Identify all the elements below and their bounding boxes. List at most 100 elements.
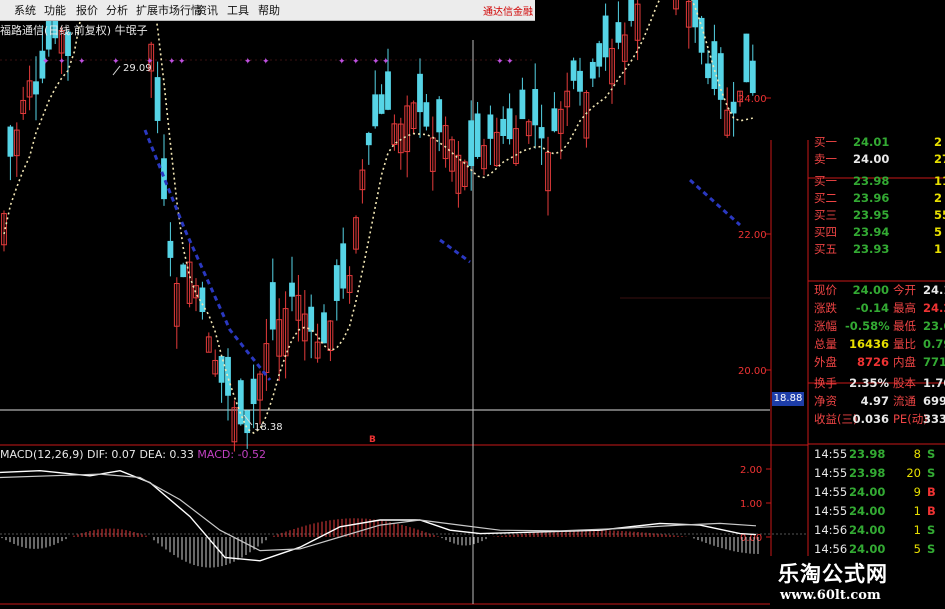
candle-body xyxy=(474,113,481,157)
tick-side: S xyxy=(927,523,936,537)
order-level-volume: 27 xyxy=(934,152,945,166)
stat-value: 24.00 xyxy=(852,283,889,297)
menu-item-function[interactable]: 功能 xyxy=(44,2,66,18)
menu-bar: 系统 功能 报价 分析 扩展市场行情 资讯 工具 帮助 通达信金融 xyxy=(0,0,535,21)
tick-volume: 8 xyxy=(913,447,921,461)
order-level-price: 24.01 xyxy=(853,135,890,149)
price-axis-tick-label: 22.00 xyxy=(738,230,767,241)
stat-label: 净资 xyxy=(814,394,837,408)
tick-price: 24.00 xyxy=(849,504,886,518)
stat-value: 4.97 xyxy=(860,394,889,408)
macd-axis-tick-label: 2.00 xyxy=(740,465,762,476)
order-level-price: 23.96 xyxy=(853,191,890,205)
candle-body xyxy=(570,60,577,81)
tick-side: B xyxy=(927,485,936,499)
stat-label: 最低 xyxy=(893,319,916,333)
candle-body xyxy=(340,243,347,289)
tick-time: 14:55 xyxy=(814,447,848,461)
order-level-label: 买三 xyxy=(814,208,837,222)
tick-time: 14:55 xyxy=(814,485,848,499)
signal-marker: ✦ xyxy=(372,57,380,67)
stat-label: 现价 xyxy=(814,283,837,297)
order-level-label: 买二 xyxy=(814,191,837,205)
candle-body xyxy=(532,89,539,126)
candle-body xyxy=(333,265,340,301)
candle-body xyxy=(161,158,167,200)
stat-value: 2.35% xyxy=(849,376,889,390)
order-level-volume: 1 xyxy=(934,242,943,256)
stat-label: 总量 xyxy=(814,337,837,351)
candle-body xyxy=(321,312,327,344)
menu-item-extended-market[interactable]: 扩展市场行情 xyxy=(136,2,202,18)
menu-item-system[interactable]: 系统 xyxy=(14,2,36,18)
kline-chart-canvas[interactable]: 26.0024.0022.0020.002.001.000.00✦✦✦✦✦✦✦✦… xyxy=(0,0,945,609)
tick-price: 24.00 xyxy=(849,485,886,499)
stat-label: 今开 xyxy=(893,283,916,297)
tick-volume: 1 xyxy=(913,523,921,537)
candle-body xyxy=(33,81,39,95)
indicator-tag: 牛氓子 xyxy=(114,24,148,37)
signal-marker: ✦ xyxy=(178,57,186,67)
candle-body xyxy=(615,22,622,43)
macd-dea-value: DEA: 0.33 xyxy=(139,448,194,461)
order-level-price: 24.00 xyxy=(853,152,890,166)
buy-marker: B xyxy=(369,435,376,445)
menu-item-analysis[interactable]: 分析 xyxy=(106,2,128,18)
menu-item-tools[interactable]: 工具 xyxy=(227,2,249,18)
watermark-text: 乐淘公式网 xyxy=(778,561,888,586)
stat-value: 6997万 xyxy=(923,394,945,408)
order-level-volume: 2 xyxy=(934,135,943,149)
candle-body xyxy=(602,15,609,58)
signal-marker: ✦ xyxy=(112,57,120,67)
low-price-label: 18.38 xyxy=(254,422,283,433)
candle-body xyxy=(551,108,558,132)
stat-value: 0.79 xyxy=(923,337,945,351)
trend-line xyxy=(688,178,742,227)
candle-body xyxy=(730,101,737,114)
signal-marker: ✦ xyxy=(262,57,270,67)
stat-value: 0.036 xyxy=(852,412,889,426)
signal-marker: ✦ xyxy=(78,57,86,67)
tick-time: 14:55 xyxy=(814,504,848,518)
stat-label: 换手 xyxy=(814,376,837,390)
candle-body xyxy=(378,94,385,114)
order-level-price: 23.95 xyxy=(853,208,890,222)
candle-body xyxy=(519,89,526,120)
high-price-label: 29.09 xyxy=(123,63,152,74)
menu-item-help[interactable]: 帮助 xyxy=(258,2,280,18)
signal-marker: ✦ xyxy=(352,57,360,67)
macd-dea-line xyxy=(0,473,757,552)
candle-body xyxy=(717,53,724,100)
stat-value: 8726 xyxy=(856,355,889,369)
candle-body xyxy=(506,108,513,140)
candle-body xyxy=(225,356,231,396)
macd-axis-tick-label: 1.00 xyxy=(740,499,762,510)
signal-marker: ✦ xyxy=(506,57,514,67)
candle-body xyxy=(628,0,635,21)
stat-value: -0.58% xyxy=(845,319,890,333)
macd-indicator-label[interactable]: MACD(12,26,9) xyxy=(0,448,84,461)
chart-header: 福路通信(日线,前复权) 牛氓子 xyxy=(0,22,148,38)
stat-value: 333.8 xyxy=(923,412,945,426)
current-price-badge: 18.88 xyxy=(772,392,804,406)
candle-body xyxy=(365,132,372,146)
stat-value: 24.20 xyxy=(923,301,945,315)
candle-body xyxy=(596,43,603,67)
order-level-volume: 11 xyxy=(934,174,945,188)
signal-marker: ✦ xyxy=(496,57,504,67)
tick-volume: 1 xyxy=(913,504,921,518)
order-level-volume: 5 xyxy=(934,225,943,239)
candle-body xyxy=(308,306,315,332)
menu-item-news[interactable]: 资讯 xyxy=(196,2,218,18)
order-level-label: 买一 xyxy=(814,135,837,149)
menu-item-quote[interactable]: 报价 xyxy=(76,2,98,18)
tick-volume: 9 xyxy=(913,485,921,499)
tick-price: 23.98 xyxy=(849,466,886,480)
stat-value: 1.70亿 xyxy=(923,376,945,390)
order-level-volume: 55 xyxy=(934,208,945,222)
order-level-price: 23.94 xyxy=(853,225,890,239)
stat-label: 涨幅 xyxy=(814,319,837,333)
app-title: 通达信金融 xyxy=(483,7,533,18)
candle-body xyxy=(436,99,443,133)
macd-header: MACD(12,26,9) DIF: 0.07 DEA: 0.33 MACD: … xyxy=(0,448,266,461)
